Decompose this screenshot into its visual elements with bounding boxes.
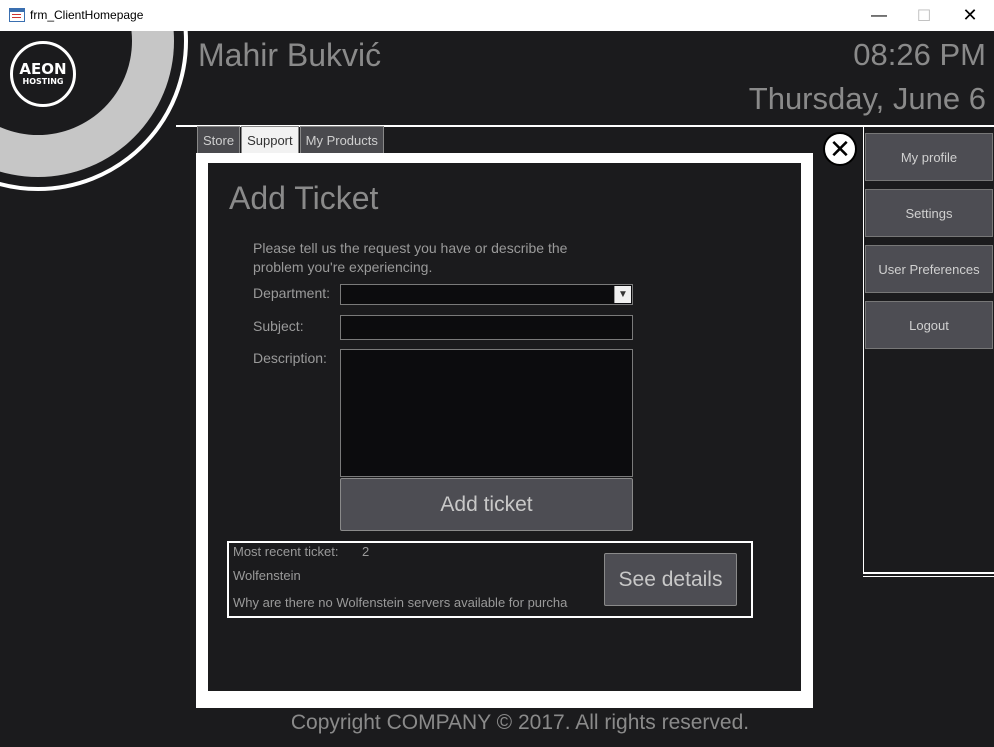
sidebar-item-my-profile[interactable]: My profile <box>865 133 993 181</box>
aeon-hosting-logo: AEON HOSTING <box>10 41 76 107</box>
form-heading: Add Ticket <box>229 180 379 216</box>
tab-my-products[interactable]: My Products <box>299 126 384 154</box>
sidebar-menu: My profile Settings User Preferences Log… <box>863 127 994 574</box>
clock-time: 08:26 PM <box>853 37 986 72</box>
add-ticket-form: Add Ticket Please tell us the request yo… <box>208 163 801 691</box>
recent-ticket-label: Most recent ticket: <box>233 544 339 559</box>
close-icon[interactable]: ✕ <box>823 132 857 166</box>
window-close-button[interactable]: ✕ <box>947 0 993 31</box>
sidebar-bottom-divider <box>863 576 994 577</box>
minimize-button[interactable]: — <box>856 0 902 31</box>
add-ticket-button[interactable]: Add ticket <box>340 478 633 531</box>
recent-ticket-description: Why are there no Wolfenstein servers ava… <box>233 595 568 610</box>
footer-copyright: Copyright COMPANY © 2017. All rights res… <box>290 711 750 734</box>
recent-ticket-subject: Wolfenstein <box>233 568 301 583</box>
recent-ticket-box: Most recent ticket: 2 Wolfenstein Why ar… <box>227 541 753 618</box>
sidebar-item-settings[interactable]: Settings <box>865 189 993 237</box>
tab-strip: Store Support My Products <box>197 126 385 156</box>
support-panel: Add Ticket Please tell us the request yo… <box>196 153 813 708</box>
tab-support[interactable]: Support <box>241 126 299 154</box>
description-textarea[interactable] <box>340 349 633 477</box>
tab-store[interactable]: Store <box>197 126 241 154</box>
see-details-button[interactable]: See details <box>604 553 737 606</box>
title-bar: frm_ClientHomepage — ☐ ✕ <box>0 0 994 32</box>
window-title: frm_ClientHomepage <box>30 8 144 22</box>
subject-input[interactable] <box>340 315 633 340</box>
department-select[interactable]: ▼ <box>340 284 633 305</box>
user-name: Mahir Bukvić <box>198 37 382 73</box>
client-homepage: AEON HOSTING Mahir Bukvić 08:26 PM Thurs… <box>0 31 994 747</box>
sidebar-item-user-preferences[interactable]: User Preferences <box>865 245 993 293</box>
maximize-button[interactable]: ☐ <box>901 0 947 31</box>
department-label: Department: <box>253 285 331 301</box>
form-intro-text: Please tell us the request you have or d… <box>253 240 568 275</box>
chevron-down-icon[interactable]: ▼ <box>614 286 631 303</box>
sidebar-item-logout[interactable]: Logout <box>865 301 993 349</box>
form-icon <box>9 8 25 22</box>
description-label: Description: <box>253 350 327 366</box>
recent-ticket-number: 2 <box>362 544 370 559</box>
subject-label: Subject: <box>253 318 304 334</box>
clock-date: Thursday, June 6 <box>748 81 986 116</box>
